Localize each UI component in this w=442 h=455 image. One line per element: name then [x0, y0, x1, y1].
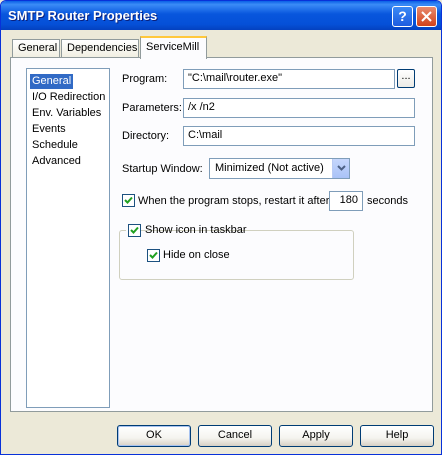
tab-servicemill[interactable]: ServiceMill — [140, 36, 207, 59]
directory-input[interactable]: C:\mail — [183, 126, 415, 146]
seconds-label: seconds — [367, 195, 408, 207]
parameters-label: Parameters: — [122, 102, 182, 114]
restart-label: When the program stops, restart it after — [138, 195, 330, 207]
chevron-down-icon — [337, 165, 346, 171]
tab-general[interactable]: General — [12, 39, 60, 57]
restart-checkbox[interactable] — [122, 194, 135, 207]
apply-button[interactable]: Apply — [279, 425, 353, 447]
list-item-advanced[interactable]: Advanced — [30, 154, 83, 169]
question-mark-icon: ? — [398, 8, 407, 24]
properties-dialog: SMTP Router Properties ? General Depende… — [0, 0, 442, 455]
restart-seconds-input[interactable]: 180 — [329, 191, 363, 211]
help-button[interactable]: Help — [360, 425, 434, 447]
checkmark-icon — [124, 196, 133, 204]
show-icon-spacer — [126, 223, 256, 238]
startup-window-label: Startup Window: — [122, 163, 203, 175]
settings-category-list[interactable]: General I/O Redirection Env. Variables E… — [26, 68, 110, 408]
parameters-input[interactable]: /x /n2 — [183, 98, 415, 118]
checkmark-icon — [149, 251, 158, 259]
window-title: SMTP Router Properties — [8, 8, 158, 23]
cancel-button[interactable]: Cancel — [198, 425, 272, 447]
list-item-env-variables[interactable]: Env. Variables — [30, 106, 103, 121]
list-item-io-redirection[interactable]: I/O Redirection — [30, 90, 107, 105]
dropdown-arrow-button[interactable] — [332, 159, 349, 178]
program-label: Program: — [122, 73, 168, 85]
browse-button[interactable]: ... — [397, 69, 415, 88]
directory-label: Directory: — [122, 130, 170, 142]
title-bar[interactable]: SMTP Router Properties ? — [1, 1, 441, 30]
startup-window-value: Minimized (Not active) — [215, 162, 324, 174]
program-input[interactable]: "C:\mail\router.exe" — [183, 69, 395, 89]
tab-dependencies[interactable]: Dependencies — [61, 39, 139, 57]
help-title-button[interactable]: ? — [392, 6, 413, 27]
startup-window-select[interactable]: Minimized (Not active) — [209, 158, 350, 179]
list-item-schedule[interactable]: Schedule — [30, 138, 80, 153]
close-icon — [421, 11, 432, 22]
ok-button[interactable]: OK — [117, 425, 191, 447]
close-button[interactable] — [416, 6, 437, 27]
hide-on-close-label: Hide on close — [163, 249, 230, 261]
hide-on-close-checkbox[interactable] — [147, 249, 160, 262]
list-item-events[interactable]: Events — [30, 122, 68, 137]
tab-label: Dependencies — [67, 42, 138, 54]
list-item-general[interactable]: General — [30, 74, 74, 89]
tab-label: General — [18, 42, 58, 54]
tab-label: ServiceMill — [146, 41, 200, 53]
